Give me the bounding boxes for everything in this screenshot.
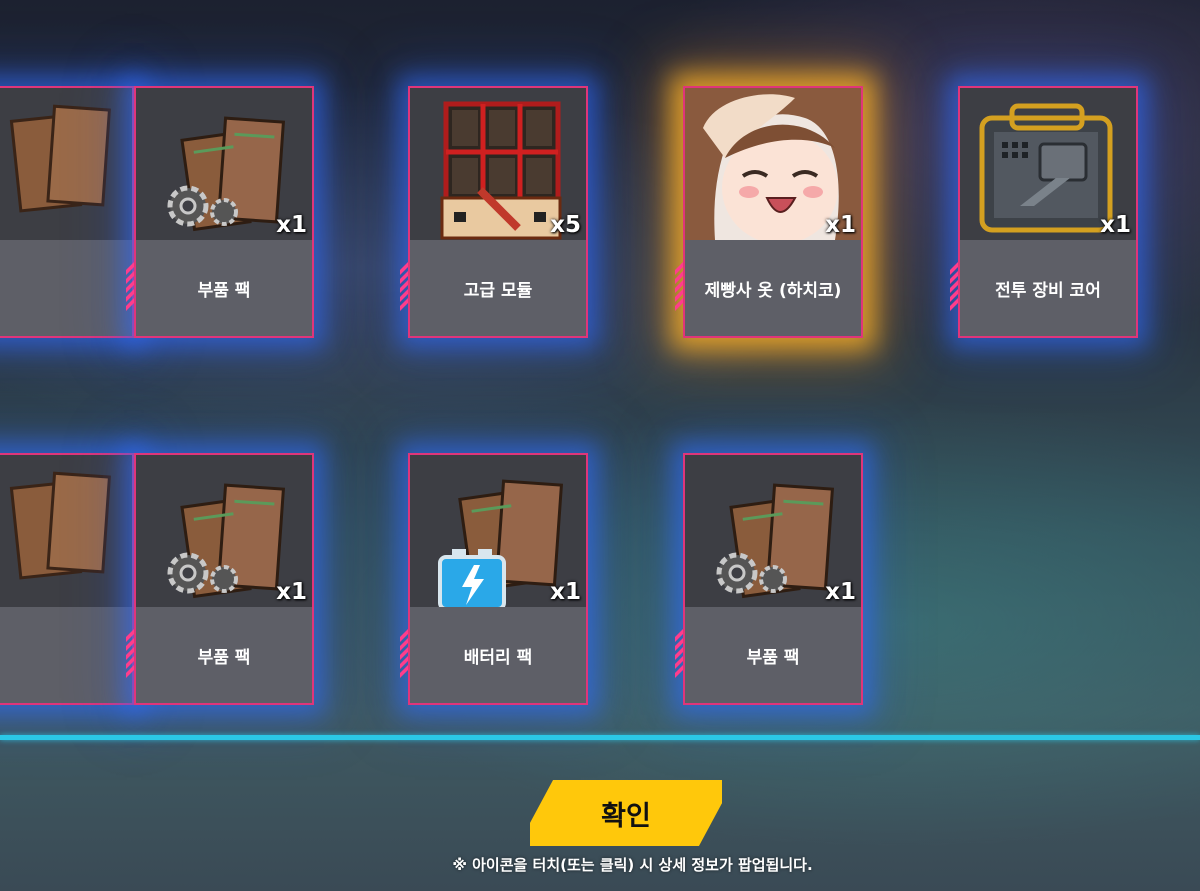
confirm-button[interactable]: 확인 — [530, 780, 722, 846]
rarity-stripe — [400, 262, 408, 326]
module-icon: x5 — [410, 88, 586, 240]
character-portrait-icon: x1 — [685, 88, 861, 240]
reward-quantity: x1 — [825, 579, 856, 605]
reward-name: 제빵사 옷 (하치코) — [685, 240, 861, 336]
reward-name: 전투 장비 코어 — [960, 240, 1136, 336]
rarity-stripe — [126, 262, 134, 326]
reward-card-advanced-module[interactable]: x5 고급 모듈 — [400, 86, 588, 338]
reward-quantity: x1 — [276, 579, 307, 605]
parts-pack-icon: x1 — [136, 455, 312, 607]
hint-text: ※ 아이콘을 터치(또는 클릭) 시 상세 정보가 팝업됩니다. — [452, 856, 813, 874]
reward-card-parts-pack[interactable]: x1 부품 팩 — [126, 86, 314, 338]
reward-card-combat-gear-core[interactable]: x1 전투 장비 코어 — [950, 86, 1138, 338]
reward-card-battery-pack[interactable]: x1 배터리 팩 — [400, 453, 588, 705]
reward-name: 고급 모듈 — [410, 240, 586, 336]
rarity-stripe — [400, 629, 408, 693]
reward-name — [0, 240, 132, 336]
parts-pack-icon — [0, 455, 132, 607]
reward-quantity: x1 — [276, 212, 307, 238]
reward-name: 부품 팩 — [136, 607, 312, 703]
rarity-stripe — [126, 629, 134, 693]
section-divider — [0, 735, 1200, 740]
parts-pack-icon: x1 — [685, 455, 861, 607]
reward-card-parts-pack-partial[interactable]: x1 — [0, 453, 134, 705]
rarity-stripe — [950, 262, 958, 326]
reward-quantity: x1 — [550, 579, 581, 605]
reward-name: 부품 팩 — [136, 240, 312, 336]
reward-name: 배터리 팩 — [410, 607, 586, 703]
reward-name: 부품 팩 — [685, 607, 861, 703]
reward-quantity: x1 — [825, 212, 856, 238]
reward-card-parts-pack[interactable]: x1 부품 팩 — [126, 453, 314, 705]
reward-screen: x1 x1 부품 팩 — [0, 0, 1200, 891]
reward-card-parts-pack[interactable]: x1 부품 팩 — [675, 453, 863, 705]
rarity-stripe — [675, 262, 683, 326]
parts-pack-icon — [0, 88, 132, 240]
equipment-core-icon: x1 — [960, 88, 1136, 240]
reward-name — [0, 607, 132, 703]
reward-card-parts-pack-partial[interactable]: x1 — [0, 86, 134, 338]
battery-pack-icon: x1 — [410, 455, 586, 607]
reward-quantity: x5 — [550, 212, 581, 238]
parts-pack-icon: x1 — [136, 88, 312, 240]
reward-card-costume[interactable]: x1 제빵사 옷 (하치코) — [675, 86, 863, 338]
reward-quantity: x1 — [1100, 212, 1131, 238]
rarity-stripe — [675, 629, 683, 693]
